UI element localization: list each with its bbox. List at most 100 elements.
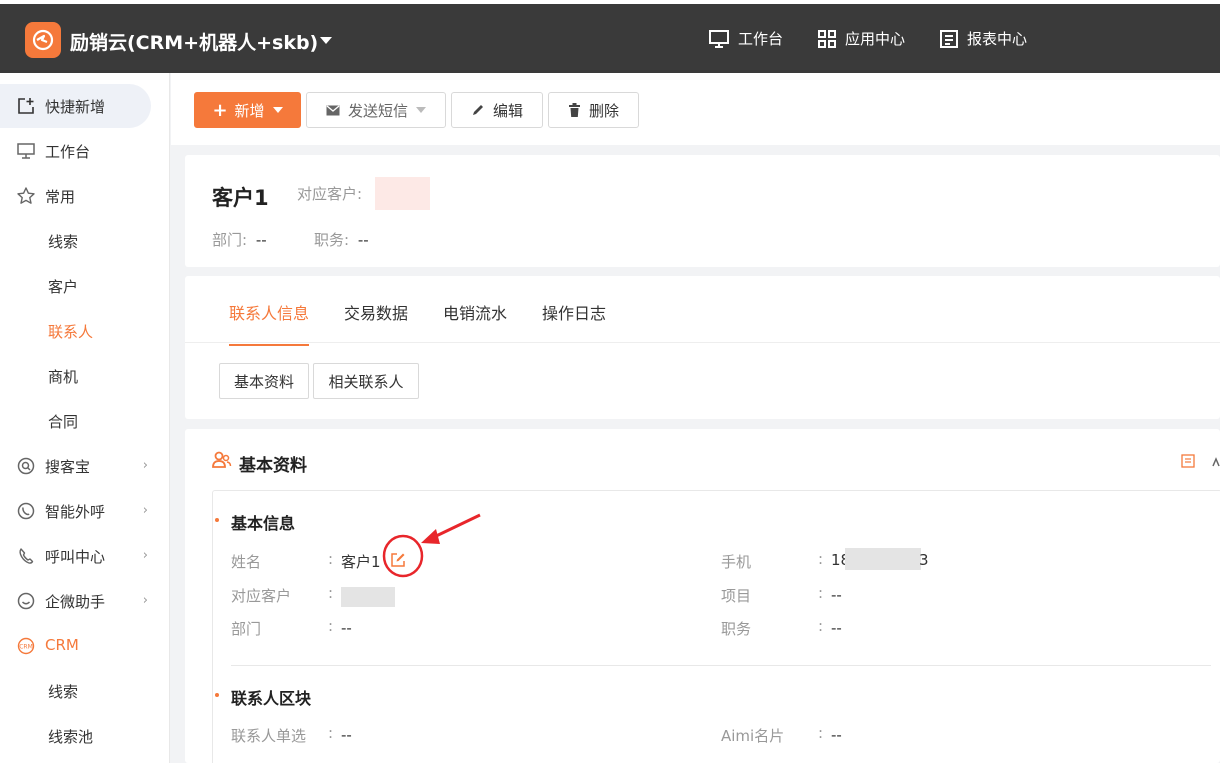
wecom-icon	[17, 592, 35, 610]
tab-contact-info[interactable]: 联系人信息	[229, 300, 310, 346]
tab-operation-log[interactable]: 操作日志	[542, 300, 606, 346]
delete-button-label: 删除	[588, 101, 619, 120]
sidebar-item-label: 快捷新增	[45, 98, 106, 116]
contact-name: 客户1	[212, 186, 269, 210]
group-title-basic-info: 基本信息	[214, 510, 295, 534]
collapse-icon[interactable]	[1212, 455, 1220, 467]
sidebar-item-label: 常用	[45, 188, 76, 206]
monitor-icon	[709, 29, 729, 48]
field-colon: :	[328, 724, 334, 742]
redacted-customer	[375, 177, 430, 210]
search-circle-icon	[17, 457, 35, 475]
field-value-aimi-card: --	[831, 726, 842, 744]
field-colon: :	[818, 584, 824, 602]
sidebar-item-contacts[interactable]: 联系人	[0, 309, 170, 353]
top-bar: 励销云(CRM+机器人+skb) 工作台 应用中心 报表中心	[0, 0, 1220, 73]
delete-button[interactable]: 删除	[548, 92, 639, 128]
app-title[interactable]: 励销云(CRM+机器人+skb)	[70, 28, 318, 55]
main-content: + 新增 发送短信 编辑 删除 客户1 对应客户: 部门: -- 职务: -- …	[171, 73, 1220, 763]
sidebar-item-crm[interactable]: CRM CRM	[0, 624, 170, 668]
field-colon: :	[818, 617, 824, 635]
sidebar-item-common[interactable]: 常用	[0, 174, 170, 218]
tab-divider	[185, 342, 1220, 343]
field-value-project: --	[831, 586, 842, 604]
subtab-related-contacts[interactable]: 相关联系人	[313, 363, 419, 399]
field-colon: :	[328, 550, 334, 568]
contact-summary-card: 客户1 对应客户: 部门: -- 职务: --	[185, 155, 1220, 267]
sidebar-item-contracts[interactable]: 合同	[0, 399, 170, 443]
sidebar-item-opportunities[interactable]: 商机	[0, 354, 170, 398]
caret-down-icon	[272, 107, 283, 113]
trash-icon	[568, 103, 580, 117]
app-switch-caret-icon[interactable]	[320, 37, 332, 44]
field-label-customer: 对应客户	[231, 587, 292, 605]
field-colon: :	[328, 584, 334, 602]
tab-bar: 联系人信息 交易数据 电销流水 操作日志	[229, 300, 641, 346]
sidebar-item-label: 客户	[48, 278, 79, 296]
sidebar-item-label: 搜客宝	[45, 458, 91, 476]
phone-bubble-icon	[17, 502, 35, 520]
pencil-icon	[472, 105, 483, 115]
position-field: 职务: --	[314, 229, 369, 250]
chevron-right-icon: ›	[142, 593, 148, 608]
sidebar-item-label: 智能外呼	[45, 503, 106, 521]
dept-value: --	[255, 231, 267, 249]
sidebar-item-label: 企微助手	[45, 593, 106, 611]
group-title-contact-block: 联系人区块	[214, 685, 311, 709]
chevron-right-icon: ›	[142, 503, 148, 518]
sidebar-item-quick-add[interactable]: 快捷新增	[0, 84, 151, 128]
sidebar-item-crm-leads[interactable]: 线索	[0, 669, 170, 713]
edit-button-label: 编辑	[492, 101, 523, 120]
svg-text:CRM: CRM	[19, 644, 33, 651]
add-button-label: 新增	[234, 101, 265, 120]
app-logo[interactable]	[25, 22, 61, 58]
nav-app-center[interactable]: 应用中心	[817, 28, 905, 49]
sidebar-item-label: 线索池	[48, 728, 94, 746]
section-title-basic: 基本资料	[239, 456, 307, 476]
nav-workbench[interactable]: 工作台	[708, 28, 783, 49]
grid-icon	[818, 29, 836, 48]
sidebar-item-workbench[interactable]: 工作台	[0, 129, 170, 173]
tabs-card: 联系人信息 交易数据 电销流水 操作日志 基本资料 相关联系人	[185, 276, 1220, 419]
sidebar-item-leads[interactable]: 线索	[0, 219, 170, 263]
edit-field-icon[interactable]	[390, 552, 406, 568]
mail-icon	[326, 105, 340, 115]
edit-button[interactable]: 编辑	[451, 92, 543, 128]
nav-report-center-label: 报表中心	[967, 30, 1028, 48]
sidebar-item-soukebao[interactable]: 搜客宝 ›	[0, 444, 170, 488]
nav-workbench-label: 工作台	[738, 30, 784, 48]
sidebar-item-label: CRM	[45, 636, 79, 654]
position-value: --	[357, 231, 369, 249]
tab-call-records[interactable]: 电销流水	[443, 300, 507, 346]
sidebar-item-lead-pool[interactable]: 线索池	[0, 714, 170, 758]
sidebar-item-label: 线索	[48, 233, 79, 251]
sidebar-item-wecom[interactable]: 企微助手 ›	[0, 579, 170, 623]
sidebar-item-label: 工作台	[45, 143, 91, 161]
monitor-icon	[17, 143, 35, 159]
sidebar-item-label: 合同	[48, 413, 79, 431]
sidebar-item-smart-call[interactable]: 智能外呼 ›	[0, 489, 170, 533]
logo-icon	[32, 29, 54, 51]
sidebar-item-call-center[interactable]: 呼叫中心 ›	[0, 534, 170, 578]
field-label-position: 职务	[721, 620, 752, 638]
sidebar: 快捷新增 工作台 常用 线索 客户 联系人 商机 合同 搜客宝 › 智能外呼 ›…	[0, 73, 170, 763]
subtab-basic-info[interactable]: 基本资料	[219, 363, 309, 399]
sidebar-item-label: 呼叫中心	[45, 548, 106, 566]
send-sms-button[interactable]: 发送短信	[306, 92, 446, 128]
group-divider	[231, 665, 1211, 666]
sidebar-item-customers[interactable]: 客户	[0, 264, 170, 308]
nav-app-center-label: 应用中心	[845, 30, 906, 48]
basic-info-box: 基本信息 姓名 : 客户1 手机 : 18 3 对应客户 : 项目 : -- 部…	[212, 490, 1220, 763]
field-label-aimi-card: Aimi名片	[721, 727, 785, 745]
send-sms-label: 发送短信	[347, 101, 408, 120]
nav-report-center[interactable]: 报表中心	[939, 28, 1027, 49]
star-icon	[17, 187, 35, 204]
tab-transactions[interactable]: 交易数据	[344, 300, 408, 346]
field-label-phone: 手机	[721, 553, 752, 571]
crm-icon: CRM	[17, 637, 35, 655]
chevron-right-icon: ›	[142, 548, 148, 563]
list-view-icon[interactable]	[1181, 454, 1195, 468]
add-button[interactable]: + 新增	[194, 92, 301, 128]
field-colon: :	[818, 550, 824, 568]
plus-icon: +	[212, 99, 228, 121]
